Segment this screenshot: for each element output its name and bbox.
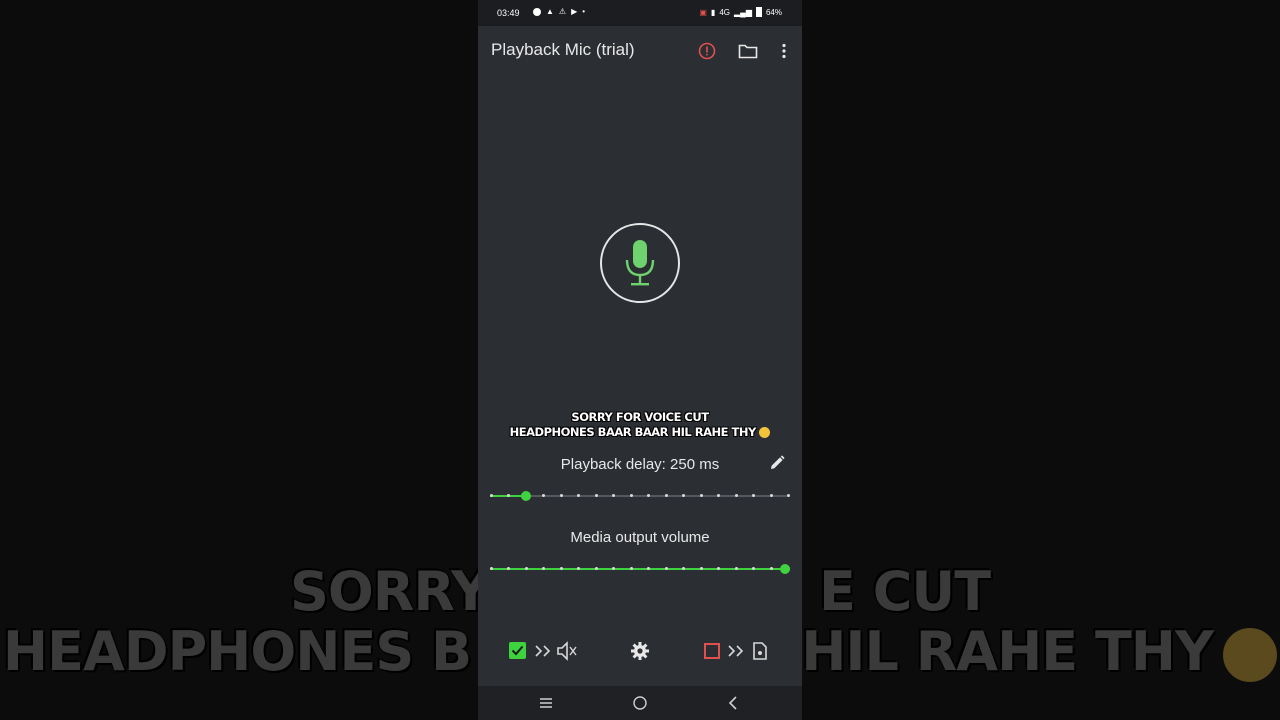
volume-slider-fill (490, 568, 790, 570)
forward-arrows-icon-2 (726, 639, 748, 663)
app-title: Playback Mic (trial) (491, 40, 635, 59)
edit-icon[interactable] (768, 454, 788, 474)
mic-icon (625, 240, 655, 286)
navigation-bar (478, 686, 802, 720)
speaker-muted-icon[interactable] (554, 639, 580, 663)
record-button[interactable] (600, 223, 680, 303)
volume-slider-tick (664, 567, 668, 570)
overlay-caption-text: HEADPHONES BAAR BAAR HIL RAHE THY (509, 425, 757, 439)
status-time: 03:49 (497, 8, 520, 18)
bg-caption-left-2: HEADPHONES B (2, 620, 472, 683)
more-icon[interactable] (773, 40, 795, 62)
video-frame: SORRY E CUT HEADPHONES B HIL RAHE THY 03:4… (0, 0, 1280, 720)
bg-caption-right-2: HIL RAHE THY (801, 620, 1214, 683)
bg-caption-right: E CUT (819, 560, 991, 623)
recent-apps-icon[interactable] (536, 694, 556, 712)
volume-slider-tick (559, 567, 563, 570)
delay-slider-tick (664, 494, 668, 497)
cast-icon: ▣ (699, 7, 707, 17)
delay-slider-tick (594, 494, 598, 497)
volume-slider-thumb[interactable] (780, 564, 790, 574)
file-icon[interactable] (749, 639, 771, 663)
forward-arrows-icon (533, 639, 555, 663)
output-controls (478, 638, 802, 664)
media-volume-slider[interactable] (490, 562, 790, 576)
playback-delay-slider[interactable] (490, 489, 790, 503)
notification-icons: ▲ ⚠ ▶ • (533, 7, 585, 16)
app-bar: Playback Mic (trial) (478, 26, 802, 74)
network-type: 4G (719, 7, 730, 17)
volume-slider-tick (524, 567, 528, 570)
overlay-caption-line2: HEADPHONES BAAR BAAR HIL RAHE THY (478, 425, 802, 439)
warning-icon: ⚠ (558, 7, 567, 16)
volume-slider-tick (629, 567, 633, 570)
file-output-checkbox[interactable] (704, 643, 720, 659)
delay-slider-thumb[interactable] (521, 491, 531, 501)
delay-slider-tick (490, 494, 493, 497)
alert-icon[interactable] (696, 40, 718, 62)
status-bar: 03:49 ▲ ⚠ ▶ • ▣ ▮ 4G ▂▄▆ 64% (478, 0, 802, 26)
bg-caption-left: SORRY (289, 560, 490, 623)
laughing-emoji-icon (759, 427, 771, 438)
more-dot-icon: • (582, 7, 586, 16)
volume-slider-tick (699, 567, 703, 570)
volume-slider-tick (490, 567, 493, 570)
volume-slider-tick (734, 567, 738, 570)
delay-slider-tick (559, 494, 563, 497)
delay-slider-tick (769, 494, 773, 497)
delay-slider-tick (734, 494, 738, 497)
gear-icon[interactable] (628, 639, 652, 663)
volume-slider-tick (594, 567, 598, 570)
signal-icon: ▮ (710, 7, 716, 17)
volume-slider-tick (769, 567, 773, 570)
battery-level: 64% (765, 7, 782, 17)
delay-slider-tick (629, 494, 633, 497)
message-icon (533, 7, 541, 16)
delay-slider-track (490, 495, 790, 497)
speaker-output-checkbox[interactable] (509, 642, 526, 659)
battery-icon (755, 7, 762, 17)
folder-icon[interactable] (737, 40, 759, 62)
phone-screen: 03:49 ▲ ⚠ ▶ • ▣ ▮ 4G ▂▄▆ 64% Playback Mi… (478, 0, 802, 720)
back-icon[interactable] (723, 694, 743, 712)
delay-slider-tick (787, 494, 790, 497)
navigation-icon: ▲ (546, 7, 554, 16)
laughing-emoji-icon (1223, 628, 1278, 683)
signal-bars-icon: ▂▄▆ (734, 7, 752, 17)
overlay-caption-line1: SORRY FOR VOICE CUT (571, 410, 709, 424)
system-icons: ▣ ▮ 4G ▂▄▆ 64% (699, 7, 782, 17)
playback-delay-label: Playback delay: 250 ms (560, 456, 720, 473)
home-icon[interactable] (630, 694, 650, 712)
delay-slider-tick (699, 494, 703, 497)
media-volume-label: Media output volume (570, 529, 710, 546)
youtube-icon: ▶ (571, 7, 578, 16)
